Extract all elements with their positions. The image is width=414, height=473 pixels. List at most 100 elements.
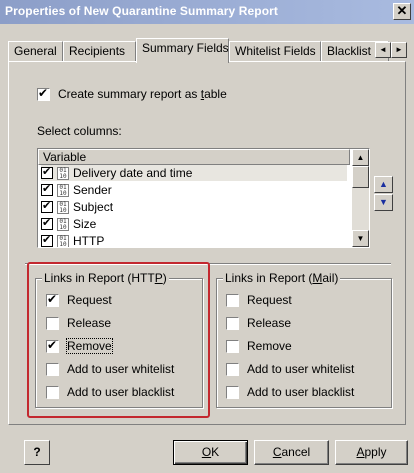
list-item[interactable]: 01 10 Delivery date and time [41, 165, 347, 181]
button-accel: O [201, 445, 212, 459]
http-option-whitelist[interactable]: Add to user whitelist [46, 362, 174, 376]
mail-remove-checkbox[interactable] [226, 339, 239, 353]
arrow-up-icon: ▲ [356, 153, 365, 162]
arrow-down-icon: ▼ [356, 234, 365, 243]
tab-whitelist-fields[interactable]: Whitelist Fields [229, 41, 321, 62]
arrow-up-icon: ▲ [379, 179, 388, 189]
http-option-blacklist[interactable]: Add to user blacklist [46, 385, 174, 399]
column-label: Size [73, 217, 97, 231]
option-label: Release [247, 316, 292, 330]
option-label: Request [247, 293, 292, 307]
list-item[interactable]: 01 10 Subject [41, 199, 347, 215]
column-checkbox[interactable] [41, 165, 53, 179]
option-label: Remove [247, 339, 292, 353]
mail-option-release[interactable]: Release [226, 316, 291, 330]
label-accel: P [154, 271, 163, 285]
tab-strip: General Recipients Summary Fields Whitel… [8, 38, 410, 63]
mail-blacklist-checkbox[interactable] [226, 385, 239, 399]
column-label: Delivery date and time [73, 166, 193, 180]
apply-button[interactable]: Apply [335, 440, 408, 465]
list-item[interactable]: 01 10 HTTP [41, 233, 347, 247]
http-remove-checkbox[interactable] [46, 338, 59, 353]
label-text: Links in Report ( [225, 271, 313, 285]
tab-label: Recipients [69, 44, 126, 58]
http-option-remove[interactable]: Remove [46, 338, 113, 354]
tab-scroll-left-button[interactable]: ◄ [375, 42, 391, 58]
column-checkbox[interactable] [41, 182, 53, 196]
list-item[interactable]: 01 10 Sender [41, 182, 347, 198]
links-mail-title: Links in Report (Mail) [223, 271, 341, 285]
tab-recipients[interactable]: Recipients [63, 41, 136, 62]
list-item[interactable]: 01 10 Size [41, 216, 347, 232]
columns-listbox[interactable]: Variable 01 10 Delivery date and time 01… [37, 148, 370, 248]
create-table-option[interactable]: Create summary report as table [37, 86, 227, 101]
field-icon: 01 10 [57, 183, 69, 197]
field-icon: 01 10 [57, 166, 69, 180]
tab-label: General [14, 44, 57, 58]
tab-label: Summary Fields [142, 41, 229, 55]
http-release-checkbox[interactable] [46, 316, 59, 330]
move-down-button[interactable]: ▼ [374, 194, 393, 211]
help-button[interactable]: ? [24, 440, 50, 465]
label-accel: M [312, 271, 323, 285]
help-icon: ? [33, 445, 41, 459]
mail-option-remove[interactable]: Remove [226, 339, 292, 353]
mail-option-blacklist[interactable]: Add to user blacklist [226, 385, 354, 399]
scroll-down-button[interactable]: ▼ [352, 230, 369, 247]
button-label: ancel [281, 445, 311, 459]
label-text: Links in Report (HTT [44, 271, 155, 285]
http-blacklist-checkbox[interactable] [46, 385, 59, 399]
column-checkbox[interactable] [41, 216, 53, 230]
close-icon: ✕ [396, 3, 408, 18]
column-checkbox[interactable] [41, 199, 53, 213]
option-label: Remove [66, 338, 113, 354]
label-text: Create summary report as [58, 87, 201, 101]
separator [25, 263, 391, 265]
label-text: ail) [322, 271, 339, 285]
http-request-checkbox[interactable] [46, 292, 59, 307]
field-icon: 01 10 [57, 200, 69, 214]
button-accel: A [356, 445, 365, 459]
create-table-checkbox[interactable] [37, 86, 50, 101]
option-label: Request [67, 293, 112, 307]
mail-option-request[interactable]: Request [226, 293, 292, 307]
mail-request-checkbox[interactable] [226, 293, 239, 307]
column-label: Subject [73, 200, 114, 214]
create-table-label: Create summary report as table [58, 87, 227, 101]
http-whitelist-checkbox[interactable] [46, 362, 59, 376]
tab-label: Whitelist Fields [235, 44, 316, 58]
option-label: Release [67, 316, 112, 330]
ok-button[interactable]: OK [173, 440, 248, 465]
mail-release-checkbox[interactable] [226, 316, 239, 330]
button-label: K [211, 445, 220, 459]
listbox-scrollbar[interactable]: ▲ ▼ [352, 149, 369, 247]
scroll-up-button[interactable]: ▲ [352, 149, 369, 166]
option-label: Add to user whitelist [247, 362, 355, 376]
column-checkbox[interactable] [41, 233, 53, 247]
column-label: Sender [73, 183, 112, 197]
mail-whitelist-checkbox[interactable] [226, 362, 239, 376]
option-label: Add to user blacklist [67, 385, 175, 399]
arrow-down-icon: ▼ [379, 197, 388, 207]
option-label: Add to user whitelist [67, 362, 175, 376]
title-bar[interactable]: Properties of New Quarantine Summary Rep… [0, 0, 414, 24]
tab-summary-fields[interactable]: Summary Fields [136, 38, 229, 63]
tab-scroll-right-button[interactable]: ► [391, 42, 407, 58]
http-option-request[interactable]: Request [46, 292, 112, 307]
chevron-right-icon: ► [395, 45, 403, 54]
label-text: able [204, 87, 227, 101]
column-header-variable[interactable]: Variable [38, 149, 350, 165]
scrollbar-thumb[interactable] [352, 166, 369, 188]
http-option-release[interactable]: Release [46, 316, 111, 330]
close-button[interactable]: ✕ [393, 3, 411, 20]
field-icon: 01 10 [57, 234, 69, 247]
tab-general[interactable]: General [8, 41, 63, 62]
mail-option-whitelist[interactable]: Add to user whitelist [226, 362, 354, 376]
cancel-button[interactable]: Cancel [254, 440, 329, 465]
option-label: Add to user blacklist [247, 385, 355, 399]
select-columns-label: Select columns: [37, 124, 122, 138]
links-http-title: Links in Report (HTTP) [42, 271, 169, 285]
window-title: Properties of New Quarantine Summary Rep… [5, 4, 279, 18]
move-up-button[interactable]: ▲ [374, 176, 393, 193]
chevron-left-icon: ◄ [379, 45, 387, 54]
